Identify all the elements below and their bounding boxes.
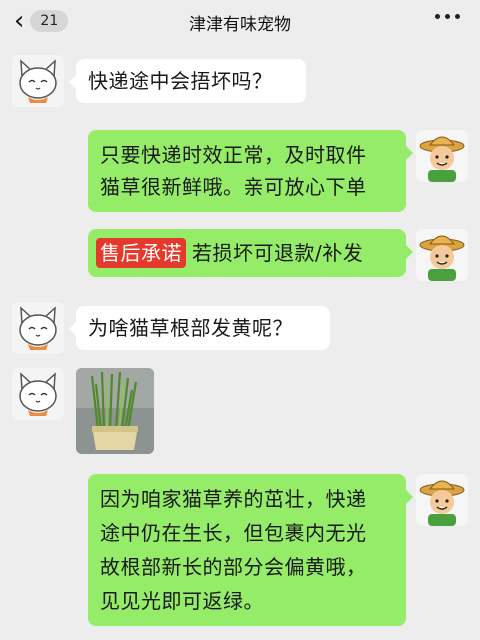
chat-header: ‹ 21 津津有味宠物 xyxy=(0,0,480,44)
farmer-avatar[interactable] xyxy=(416,229,468,281)
message-text: 若损坏可退款/补发 xyxy=(192,241,364,265)
cat-grass-pot-photo[interactable] xyxy=(76,368,154,454)
message-line: 猫草很新鲜哦。亲可放心下单 xyxy=(100,175,367,199)
farmer-avatar[interactable] xyxy=(416,474,468,526)
cat-avatar[interactable] xyxy=(12,302,64,354)
message-line: 途中仍在生长，但包裹内无光 xyxy=(100,521,367,545)
message-bubble-3[interactable]: 售后承诺 若损坏可退款/补发 xyxy=(88,229,413,277)
cat-avatar[interactable] xyxy=(12,55,64,107)
chat-title: 津津有味宠物 xyxy=(189,14,291,35)
more-dots-icon[interactable] xyxy=(435,14,460,19)
unread-count-badge: 21 xyxy=(30,10,69,32)
chevron-left-icon: ‹ xyxy=(14,6,25,36)
message-bubble-4[interactable]: 为啥猫草根部发黄呢？ xyxy=(69,306,330,350)
message-line: 因为咱家猫草养的茁壮，快递 xyxy=(100,487,367,511)
cat-avatar[interactable] xyxy=(12,368,64,420)
message-line: 只要快递时效正常，及时取件 xyxy=(100,143,367,167)
message-bubble-2[interactable]: 只要快递时效正常，及时取件 猫草很新鲜哦。亲可放心下单 xyxy=(88,130,413,212)
message-bubble-1[interactable]: 快递途中会捂坏吗？ xyxy=(69,59,306,103)
message-line: 故根部新长的部分会偏黄哦， xyxy=(100,555,367,579)
after-sales-tag: 售后承诺 xyxy=(96,238,186,268)
farmer-avatar[interactable] xyxy=(416,130,468,182)
message-bubble-6[interactable]: 因为咱家猫草养的茁壮，快递 途中仍在生长，但包裹内无光 故根部新长的部分会偏黄哦… xyxy=(88,474,413,626)
message-line: 见见光即可返绿。 xyxy=(100,589,264,613)
back-button[interactable]: ‹ 21 xyxy=(14,6,69,36)
